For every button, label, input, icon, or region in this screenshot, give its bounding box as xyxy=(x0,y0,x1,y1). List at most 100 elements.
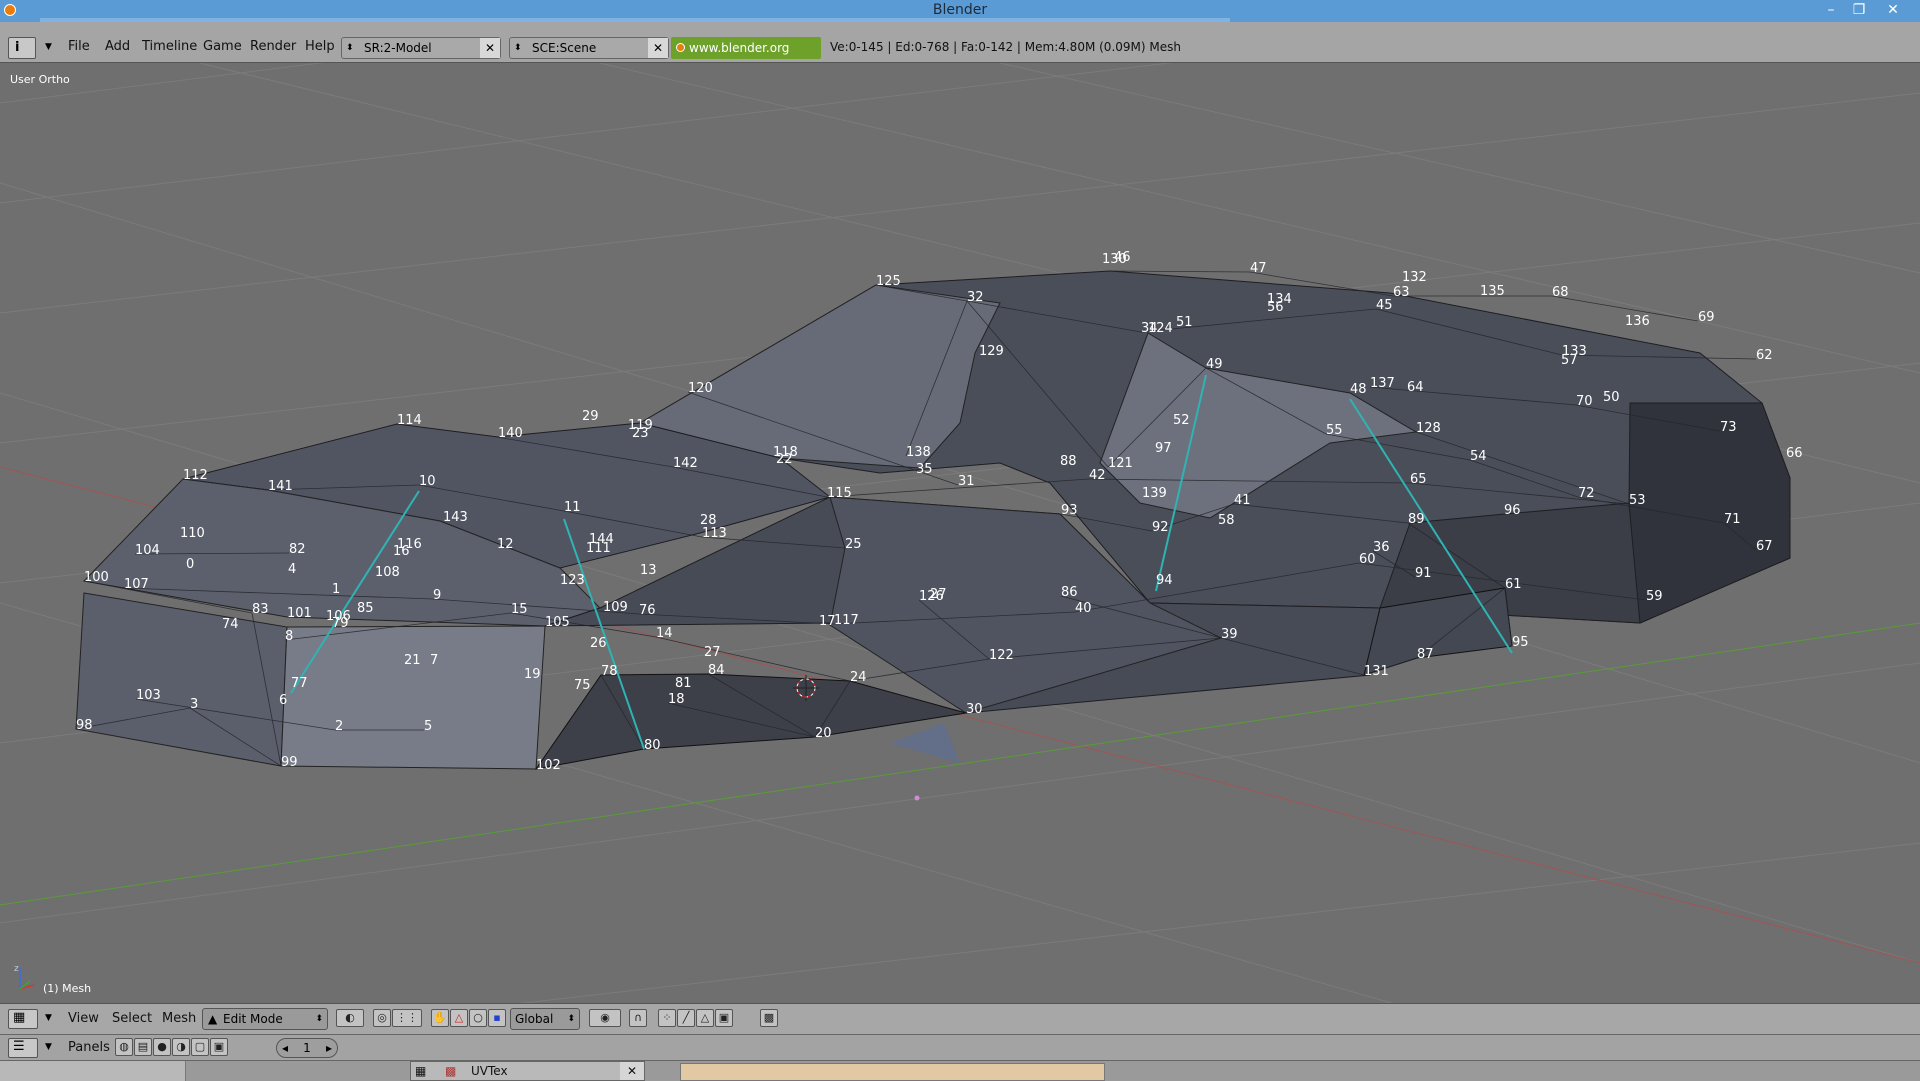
vertex-label: 25 xyxy=(845,537,862,552)
car-mesh[interactable] xyxy=(75,270,1791,770)
image-editor-header: ▦ ▩ UVTex ✕ xyxy=(0,1060,1920,1081)
screen-name[interactable]: SR:2-Model xyxy=(364,41,432,55)
vertex-label: 21 xyxy=(404,653,421,668)
collapse-menu-icon[interactable]: ▼ xyxy=(45,42,52,52)
mode-selector[interactable]: ▲ Edit Mode ⬍ xyxy=(202,1008,328,1030)
vertex-label: 4 xyxy=(288,562,296,577)
menu-help[interactable]: Help xyxy=(305,36,335,58)
view-mode-label: User Ortho xyxy=(10,73,70,86)
menu-add[interactable]: Add xyxy=(105,36,130,58)
window-type-button[interactable]: ☰ xyxy=(8,1038,38,1058)
vertex-label: 50 xyxy=(1603,390,1620,405)
image-name[interactable]: UVTex xyxy=(471,1064,508,1078)
face-select-button[interactable]: △ xyxy=(696,1009,714,1027)
draw-type-button[interactable]: ◐ xyxy=(336,1009,364,1027)
vertex-label: 112 xyxy=(183,468,208,483)
updown-arrow-icon[interactable]: ⬍ xyxy=(567,1009,575,1029)
edge-select-button[interactable]: ╱ xyxy=(677,1009,695,1027)
updown-arrow-icon[interactable]: ⬍ xyxy=(346,38,354,58)
menu-file[interactable]: File xyxy=(68,36,90,58)
vertex-label: 120 xyxy=(688,381,713,396)
vertex-label: 48 xyxy=(1350,382,1367,397)
window-title: Blender xyxy=(932,2,988,18)
vertex-label: 78 xyxy=(601,664,618,679)
collapse-menu-icon[interactable]: ▼ xyxy=(45,1013,52,1023)
current-frame-field[interactable]: ◂ 1 ▸ xyxy=(276,1038,338,1058)
vertex-label: 142 xyxy=(673,456,698,471)
delete-screen-button[interactable]: ✕ xyxy=(480,38,500,58)
proportional-edit-button[interactable]: ◉ xyxy=(589,1009,621,1027)
script-icon: ▤ xyxy=(137,1040,149,1053)
mode-value[interactable]: Edit Mode xyxy=(223,1012,283,1026)
menu-view[interactable]: View xyxy=(68,1011,99,1026)
scene-name[interactable]: SCE:Scene xyxy=(532,41,596,55)
blender-website-link[interactable]: www.blender.org 249.2 xyxy=(671,37,821,77)
grid-icon: ▦ xyxy=(13,1010,26,1025)
scrollbar-handle[interactable] xyxy=(0,1061,186,1081)
image-path-field[interactable] xyxy=(680,1063,1105,1081)
menu-select[interactable]: Select xyxy=(112,1011,152,1026)
vertex-label: 115 xyxy=(827,486,852,501)
editing-icon: ▢ xyxy=(194,1040,206,1053)
shading-context-button[interactable]: ● xyxy=(153,1038,171,1056)
unlink-image-button[interactable]: ✕ xyxy=(620,1062,644,1080)
vertex-label: 9 xyxy=(433,588,441,603)
vertex-label: 27 xyxy=(704,645,721,660)
rotate-manipulator-button[interactable]: ○ xyxy=(469,1009,487,1027)
vertex-label: 47 xyxy=(1250,261,1267,276)
vertex-select-button[interactable]: ⁘ xyxy=(658,1009,676,1027)
object-context-button[interactable]: ◑ xyxy=(172,1038,190,1056)
vertex-label: 143 xyxy=(443,510,468,525)
viewport-canvas[interactable]: 1304647132135 68136 6962634513456513212534… xyxy=(0,63,1920,1003)
vertex-label: 87 xyxy=(1417,647,1434,662)
orientation-selector[interactable]: Global ⬍ xyxy=(510,1008,580,1030)
pivot-button[interactable]: ◎ xyxy=(373,1009,391,1027)
render-preview-button[interactable]: ▩ xyxy=(760,1009,778,1027)
vertex-label: 83 xyxy=(252,602,269,617)
vertex-label: 88 xyxy=(1060,454,1077,469)
logic-context-button[interactable]: ◍ xyxy=(115,1038,133,1056)
image-selector[interactable]: ▦ ▩ UVTex ✕ xyxy=(410,1061,645,1081)
vertex-label: 31 xyxy=(958,474,975,489)
hand-tool-button[interactable]: ✋ xyxy=(431,1009,449,1027)
scale-manipulator-button[interactable]: ▪ xyxy=(488,1009,506,1027)
vertex-label: 26 xyxy=(590,636,607,651)
restore-button[interactable]: ❐ xyxy=(1846,0,1872,22)
snap-button[interactable]: ∩ xyxy=(629,1009,647,1027)
editing-context-button[interactable]: ▢ xyxy=(191,1038,209,1056)
scene-context-button[interactable]: ▣ xyxy=(210,1038,228,1056)
vertex-label: 62 xyxy=(1756,348,1773,363)
vertex-label: 72 xyxy=(1578,486,1595,501)
updown-arrow-icon[interactable]: ⬍ xyxy=(514,38,522,58)
vertex-label: 107 xyxy=(124,577,149,592)
edit-mode-icon: ▲ xyxy=(208,1012,218,1026)
occlude-geometry-button[interactable]: ▣ xyxy=(715,1009,733,1027)
layer-grid-button[interactable]: ⋮⋮ xyxy=(392,1009,422,1027)
info-window-type-button[interactable]: i xyxy=(8,37,36,59)
menu-mesh[interactable]: Mesh xyxy=(162,1011,196,1026)
vertex-label: 64 xyxy=(1407,380,1424,395)
increment-arrow-icon[interactable]: ▸ xyxy=(326,1039,332,1057)
scene-selector[interactable]: ⬍ SCE:Scene ✕ xyxy=(509,37,669,59)
updown-arrow-icon[interactable]: ⬍ xyxy=(315,1009,323,1029)
layers-icon: ⋮⋮ xyxy=(396,1011,418,1024)
collapse-menu-icon[interactable]: ▼ xyxy=(45,1042,52,1052)
close-window-button[interactable]: ✕ xyxy=(1880,0,1906,22)
delete-scene-button[interactable]: ✕ xyxy=(648,38,668,58)
decrement-arrow-icon[interactable]: ◂ xyxy=(282,1039,288,1057)
menu-timeline[interactable]: Timeline xyxy=(142,36,197,58)
3d-viewport[interactable]: 130 46 47 132 135 68 136 69 62 63 45 134 56 51 32 125 34… xyxy=(0,63,1920,1003)
minimize-button[interactable]: – xyxy=(1818,0,1844,22)
panels-menu[interactable]: Panels xyxy=(68,1040,110,1055)
vertex-label: 57 xyxy=(1561,353,1578,368)
screen-selector[interactable]: ⬍ SR:2-Model ✕ xyxy=(341,37,501,59)
vertex-label: 32 xyxy=(967,290,984,305)
orientation-value[interactable]: Global xyxy=(515,1012,553,1026)
script-context-button[interactable]: ▤ xyxy=(134,1038,152,1056)
window-type-button[interactable]: ▦ xyxy=(8,1009,38,1029)
translate-manipulator-button[interactable]: △ xyxy=(450,1009,468,1027)
current-frame-value[interactable]: 1 xyxy=(303,1041,311,1055)
vertex-label: 110 xyxy=(180,526,205,541)
menu-game[interactable]: Game xyxy=(203,36,242,58)
menu-render[interactable]: Render xyxy=(250,36,296,58)
